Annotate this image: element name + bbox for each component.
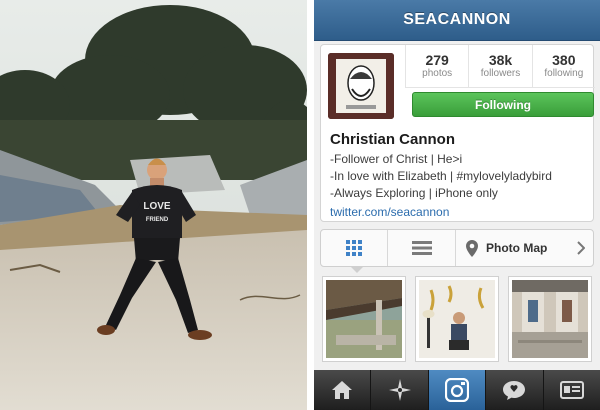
stat-followers-value: 38k bbox=[488, 52, 513, 68]
profile-full-name: Christian Cannon bbox=[330, 131, 456, 148]
chevron-right-icon bbox=[577, 241, 585, 255]
photo-map-label: Photo Map bbox=[486, 241, 548, 255]
stat-photos-label: photos bbox=[422, 68, 453, 79]
tab-explore[interactable] bbox=[370, 370, 427, 410]
tab-news[interactable] bbox=[485, 370, 542, 410]
grid-view-icon bbox=[346, 240, 362, 256]
news-icon bbox=[503, 381, 526, 400]
tab-photo-map[interactable]: Photo Map bbox=[455, 230, 593, 266]
tab-camera[interactable] bbox=[427, 370, 486, 410]
selected-tab-pointer bbox=[350, 266, 364, 273]
profile-stats: 279 photos 38k followers 380 following bbox=[405, 45, 595, 88]
home-icon bbox=[332, 381, 353, 399]
tab-profile[interactable] bbox=[542, 370, 600, 410]
bio-line-3: -Always Exploring | iPhone only bbox=[330, 186, 498, 200]
shirt-text-love: LOVE bbox=[143, 201, 171, 212]
stat-following[interactable]: 380 following bbox=[531, 45, 595, 87]
tab-home[interactable] bbox=[314, 370, 370, 410]
tab-grid-view[interactable] bbox=[321, 230, 387, 273]
photo-grid bbox=[322, 276, 596, 366]
stat-photos[interactable]: 279 photos bbox=[405, 45, 468, 87]
profile-icon bbox=[559, 381, 584, 399]
profile-website-link[interactable]: twitter.com/seacannon bbox=[330, 203, 592, 221]
profile-hero-photo: LOVE FRIEND bbox=[0, 0, 307, 410]
view-mode-tabs: Photo Map bbox=[320, 229, 594, 273]
profile-username-title: SEACANNON bbox=[403, 11, 511, 28]
photo-thumbnail[interactable] bbox=[508, 276, 592, 362]
bio-line-1: -Follower of Christ | He>i bbox=[330, 152, 463, 166]
tab-list-view[interactable] bbox=[387, 230, 455, 266]
shirt-text-friend: FRIEND bbox=[146, 217, 169, 223]
stat-following-value: 380 bbox=[552, 52, 576, 68]
bottom-tab-bar bbox=[314, 370, 600, 410]
photo-thumbnail[interactable] bbox=[322, 276, 406, 362]
stat-followers-label: followers bbox=[480, 68, 521, 79]
profile-header-card: 279 photos 38k followers 380 following F… bbox=[320, 44, 595, 222]
stat-following-label: following bbox=[544, 68, 584, 79]
stat-followers[interactable]: 38k followers bbox=[468, 45, 531, 87]
profile-bio: Christian Cannon -Follower of Christ | H… bbox=[330, 131, 592, 221]
list-view-icon bbox=[411, 241, 432, 255]
camera-icon bbox=[445, 378, 470, 402]
instagram-profile-screen: SEACANNON 279 photos 38k followers 380 f… bbox=[314, 0, 600, 410]
stat-photos-value: 279 bbox=[425, 52, 449, 68]
explore-icon bbox=[388, 379, 411, 401]
following-button[interactable]: Following bbox=[412, 92, 594, 117]
navigation-bar: SEACANNON bbox=[314, 0, 600, 41]
avatar[interactable] bbox=[328, 53, 394, 119]
photo-thumbnail[interactable] bbox=[415, 276, 499, 362]
bio-line-2: -In love with Elizabeth | #mylovelyladyb… bbox=[330, 169, 552, 183]
map-pin-icon bbox=[466, 239, 478, 257]
